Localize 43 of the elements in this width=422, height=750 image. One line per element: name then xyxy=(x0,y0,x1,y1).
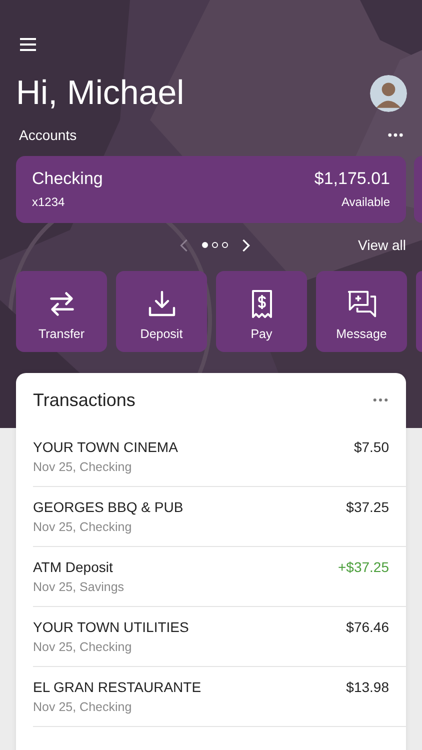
previous-icon[interactable] xyxy=(180,238,188,252)
transaction-detail: Nov 25, Checking xyxy=(33,520,133,534)
amount: $37.25 xyxy=(346,499,389,517)
menu-icon[interactable] xyxy=(20,38,36,51)
payee: YOUR TOWN UTILITIES xyxy=(33,619,189,635)
payee: EL GRAN RESTAURANTE xyxy=(33,679,202,695)
account-number: x1234 xyxy=(32,195,65,209)
message-button[interactable]: Message xyxy=(316,271,407,352)
download-icon xyxy=(146,289,176,319)
transaction-detail: Nov 25, Checking xyxy=(33,700,133,714)
transaction-row[interactable]: YOUR TOWN CINEMA Nov 25, Checking $7.50 xyxy=(33,427,406,487)
avatar[interactable] xyxy=(370,75,407,112)
page-dot[interactable] xyxy=(212,242,218,248)
next-icon[interactable] xyxy=(242,238,250,252)
transaction-row[interactable]: YOUR TOWN UTILITIES Nov 25, Checking $76.46 xyxy=(33,607,406,667)
transaction-detail: Nov 25, Checking xyxy=(33,460,133,474)
pay-button[interactable]: Pay xyxy=(216,271,307,352)
payee: YOUR TOWN CINEMA xyxy=(33,439,178,455)
transaction-row[interactable]: GEORGES BBQ & PUB Nov 25, Checking $37.25 xyxy=(33,487,406,547)
amount: $76.46 xyxy=(346,619,389,637)
greeting: Hi, Michael xyxy=(16,74,184,113)
account-card[interactable]: Checking $1,175.01 x1234 Available xyxy=(16,156,406,223)
page-dot[interactable] xyxy=(222,242,228,248)
deposit-button[interactable]: Deposit xyxy=(116,271,207,352)
chat-icon xyxy=(346,289,376,319)
transfer-button[interactable]: Transfer xyxy=(16,271,107,352)
account-name: Checking xyxy=(32,169,103,189)
more-icon[interactable] xyxy=(373,398,388,402)
amount: +$37.25 xyxy=(338,559,389,577)
account-balance: $1,175.01 xyxy=(314,169,390,189)
amount: $13.98 xyxy=(346,679,389,697)
balance-label: Available xyxy=(342,195,390,209)
accounts-label: Accounts xyxy=(18,127,77,143)
transaction-detail: Nov 25, Savings xyxy=(33,580,124,594)
transactions-title: Transactions xyxy=(33,390,136,410)
payee: GEORGES BBQ & PUB xyxy=(33,499,184,515)
more-icon[interactable] xyxy=(388,133,403,137)
transaction-row[interactable]: EL GRAN RESTAURANTE Nov 25, Checking $13.98 xyxy=(33,667,406,727)
payee: ATM Deposit xyxy=(33,559,114,575)
view-all-link[interactable]: View all xyxy=(358,237,406,253)
transaction-detail: Nov 25, Checking xyxy=(33,640,133,654)
transaction-row[interactable]: ATM Deposit Nov 25, Savings +$37.25 xyxy=(33,547,406,607)
amount: $7.50 xyxy=(354,439,389,457)
